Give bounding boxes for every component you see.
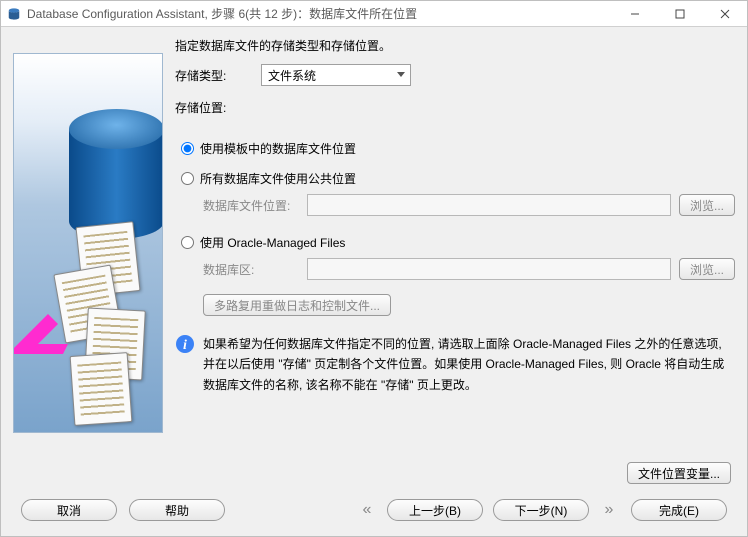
radio-omf[interactable]: 使用 Oracle-Managed Files <box>181 230 735 254</box>
next-button[interactable]: 下一步(N) <box>493 499 589 521</box>
storage-location-label: 存储位置: <box>175 99 261 116</box>
footer: 取消 帮助 « 上一步(B) 下一步(N) » 完成(E) <box>13 488 735 528</box>
radio-omf-label: 使用 Oracle-Managed Files <box>200 234 345 251</box>
storage-type-select[interactable]: 文件系统 <box>261 64 411 86</box>
radio-template-input[interactable] <box>181 142 194 155</box>
file-location-vars-button[interactable]: 文件位置变量... <box>627 462 731 484</box>
chevron-down-icon <box>397 72 405 77</box>
close-button[interactable] <box>702 1 747 26</box>
browse-db-area-button: 浏览... <box>679 258 735 280</box>
nav-next-arrow-icon: » <box>599 500 619 520</box>
browse-db-file-button: 浏览... <box>679 194 735 216</box>
info-text: 如果希望为任何数据库文件指定不同的位置, 请选取上面除 Oracle-Manag… <box>203 334 735 395</box>
titlebar: Database Configuration Assistant, 步骤 6(共… <box>1 1 747 27</box>
back-button[interactable]: 上一步(B) <box>387 499 483 521</box>
form-panel: 指定数据库文件的存储类型和存储位置。 存储类型: 文件系统 存储位置: 使用模板… <box>175 37 735 452</box>
storage-type-value: 文件系统 <box>261 64 411 86</box>
radio-common-label: 所有数据库文件使用公共位置 <box>200 170 356 187</box>
info-panel: i 如果希望为任何数据库文件指定不同的位置, 请选取上面除 Oracle-Man… <box>175 334 735 395</box>
app-icon <box>7 7 21 21</box>
nav-back-arrow-icon: « <box>357 500 377 520</box>
db-area-input <box>307 258 671 280</box>
minimize-button[interactable] <box>612 1 657 26</box>
storage-type-label: 存储类型: <box>175 67 261 84</box>
info-icon: i <box>175 334 195 354</box>
window-title: Database Configuration Assistant, 步骤 6(共… <box>27 5 612 22</box>
content-area: 指定数据库文件的存储类型和存储位置。 存储类型: 文件系统 存储位置: 使用模板… <box>1 27 747 536</box>
radio-template-label: 使用模板中的数据库文件位置 <box>200 140 356 157</box>
instruction-text: 指定数据库文件的存储类型和存储位置。 <box>175 37 735 54</box>
cancel-button[interactable]: 取消 <box>21 499 117 521</box>
db-file-loc-label: 数据库文件位置: <box>203 197 299 214</box>
radio-common-input[interactable] <box>181 172 194 185</box>
app-window: Database Configuration Assistant, 步骤 6(共… <box>0 0 748 537</box>
radio-template-location[interactable]: 使用模板中的数据库文件位置 <box>181 136 735 160</box>
db-file-loc-input <box>307 194 671 216</box>
radio-common-location[interactable]: 所有数据库文件使用公共位置 <box>181 166 735 190</box>
help-button[interactable]: 帮助 <box>129 499 225 521</box>
finish-button[interactable]: 完成(E) <box>631 499 727 521</box>
db-area-label: 数据库区: <box>203 261 299 278</box>
radio-omf-input[interactable] <box>181 236 194 249</box>
maximize-button[interactable] <box>657 1 702 26</box>
wizard-image <box>13 53 163 433</box>
svg-text:i: i <box>183 338 187 353</box>
multiplex-button: 多路复用重做日志和控制文件... <box>203 294 391 316</box>
